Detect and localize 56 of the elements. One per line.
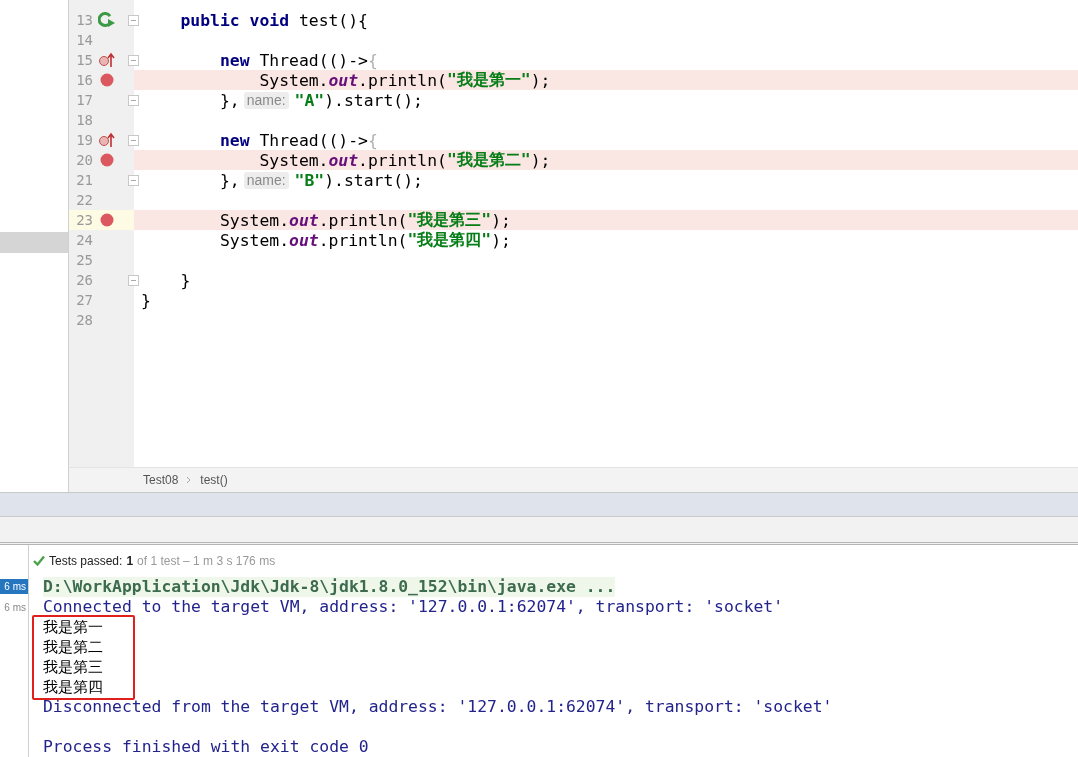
line-number: 21 [75,172,93,188]
code-line: System.out.println("我是第二"); [258,150,551,171]
line-number: 22 [75,192,93,208]
breakpoint-icon[interactable] [100,213,114,227]
fold-icon[interactable] [128,135,139,146]
line-number: 15 [75,52,93,68]
code-editor[interactable] [68,0,1078,468]
console-output: 我是第一 [43,618,103,637]
console-command: D:\WorkApplication\Jdk\Jdk-8\jdk1.8.0_152\bin\java.exe ... [43,577,616,597]
line-number: 16 [75,72,93,88]
console-output: 我是第三 [43,658,103,677]
breakpoint-icon[interactable] [100,153,114,167]
console-output: 我是第二 [43,638,103,657]
line-number: 28 [75,312,93,328]
override-icon[interactable] [98,52,116,68]
code-line: new Thread(()->{ [218,130,378,150]
line-number: 14 [75,32,93,48]
breadcrumb[interactable]: Test08 [143,473,179,488]
fold-icon[interactable] [128,55,139,66]
test-duration[interactable]: 6 ms [0,579,28,594]
fold-icon[interactable] [128,175,139,186]
run-test-icon[interactable] [98,12,116,28]
line-number: 20 [75,152,93,168]
line-number: 23 [75,212,93,228]
status-detail: of 1 test – 1 m 3 s 176 ms [137,554,276,568]
code-line: new Thread(()->{ [218,50,378,70]
console-message: Disconnected from the target VM, address: '127.0.0.1:62074', transport: 'socket' [43,697,833,717]
override-icon[interactable] [98,132,116,148]
fold-icon[interactable] [128,275,139,286]
line-number: 17 [75,92,93,108]
breadcrumb[interactable]: test() [200,473,228,488]
line-number: 26 [75,272,93,288]
code-line: } [141,290,151,310]
code-line: }, name: "B").start(); [218,170,423,190]
console-message: Connected to the target VM, address: '127.0.0.1:62074', transport: 'socket' [43,597,784,617]
code-line: System.out.println("我是第一"); [258,70,551,91]
passed-count: 1 [126,554,134,568]
console-message: Process finished with exit code 0 [43,737,369,757]
line-number: 27 [75,292,93,308]
status-label: Tests passed: [49,554,123,568]
breakpoint-icon[interactable] [100,73,114,87]
line-number: 18 [75,112,93,128]
chevron-icon [186,476,193,485]
line-number: 19 [75,132,93,148]
fold-icon[interactable] [128,15,139,26]
code-line: }, name: "A").start(); [218,90,423,110]
line-number: 13 [75,12,93,28]
test-duration[interactable]: 6 ms [0,600,28,615]
code-line: public void test(){ [179,10,368,30]
code-line: System.out.println("我是第三"); [218,209,511,231]
code-line: } [179,270,191,290]
console-output: 我是第四 [43,678,103,697]
fold-icon[interactable] [128,95,139,106]
line-number: 24 [75,232,93,248]
code-line: System.out.println("我是第四"); [218,229,511,251]
line-number: 25 [75,252,93,268]
